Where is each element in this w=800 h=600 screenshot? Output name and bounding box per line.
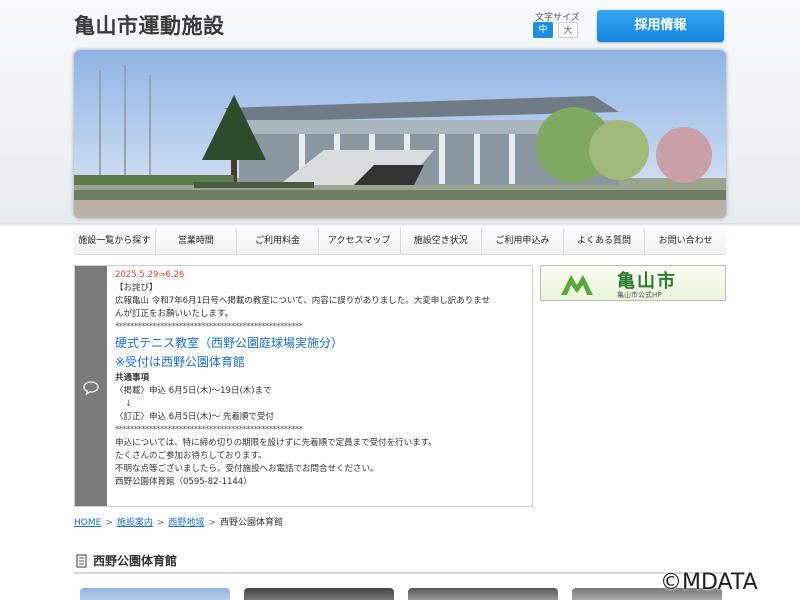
apology-text-1: 広報亀山 令和7年6月1日号へ掲載の教室について、内容に誤りがありました。大変申… bbox=[115, 296, 490, 306]
breadcrumb: HOME > 施設案内 > 西野地域 > 西野公園体育館 bbox=[74, 515, 283, 528]
facility-thumbnail[interactable] bbox=[80, 588, 230, 600]
nav-item-faq[interactable]: よくある質問 bbox=[562, 227, 645, 254]
breadcrumb-home[interactable]: HOME bbox=[74, 518, 101, 528]
nav-item-application[interactable]: ご利用申込み bbox=[481, 227, 563, 254]
city-sub-label: 亀山市公式HP bbox=[617, 291, 662, 299]
facility-thumbnail[interactable] bbox=[244, 588, 394, 600]
separator-stars-2: ****************************************… bbox=[115, 425, 303, 435]
breadcrumb-separator: > bbox=[208, 518, 216, 528]
breadcrumb-facility-guide[interactable]: 施設案内 bbox=[117, 518, 153, 528]
font-size-large-button[interactable]: 大 bbox=[558, 22, 578, 38]
notice-date: 2025.5.29⇒6.26 bbox=[115, 270, 185, 280]
corrected-info: 〈訂正〉申込 6月5日(木)～ 先着順で受付 bbox=[115, 412, 274, 422]
notice-sidebar bbox=[75, 266, 107, 506]
hero-facility-photo bbox=[74, 50, 726, 218]
nav-item-fees[interactable]: ご利用料金 bbox=[236, 227, 318, 254]
facility-thumbnail[interactable] bbox=[408, 588, 558, 600]
facility-photo-thumbnails bbox=[74, 588, 726, 600]
nav-item-hours[interactable]: 営業時間 bbox=[154, 227, 237, 254]
global-nav: 施設一覧から探す 営業時間 ご利用料金 アクセスマップ 施設空き状況 ご利用申込… bbox=[74, 227, 726, 255]
info-line-3: 不明な点等ございましたら、受付施設へお電話でお問合せください。 bbox=[115, 464, 379, 474]
section-title: 西野公園体育館 bbox=[93, 554, 178, 568]
city-official-site-banner[interactable]: 亀山市 亀山市公式HP bbox=[540, 265, 726, 301]
notice-box: 2025.5.29⇒6.26 【お詫び】 広報亀山 令和7年6月1日号へ掲載の教… bbox=[74, 265, 533, 507]
nav-item-access-map[interactable]: アクセスマップ bbox=[317, 227, 400, 254]
published-info: 〈掲載〉申込 6月5日(木)～19日(木)まで bbox=[115, 386, 272, 396]
copyright-watermark: ©MDATA bbox=[660, 570, 758, 595]
document-icon bbox=[76, 553, 87, 568]
info-line-1: 申込については、特に締め切りの期限を設けずに先着順で定員まで受付を行います。 bbox=[115, 438, 437, 448]
course-title-link[interactable]: 硬式テニス教室（西野公園庭球場実施分） bbox=[115, 334, 530, 353]
down-arrow-icon: ↓ bbox=[125, 399, 133, 409]
section-heading: 西野公園体育館 bbox=[74, 550, 726, 574]
breadcrumb-separator: > bbox=[156, 518, 165, 528]
mountain-logo-icon bbox=[559, 271, 595, 297]
nav-item-facility-search[interactable]: 施設一覧から探す bbox=[74, 227, 155, 254]
info-line-2: たくさんのご参加お待ちしております。 bbox=[115, 451, 267, 461]
nav-item-availability[interactable]: 施設空き状況 bbox=[399, 227, 482, 254]
speech-bubble-icon bbox=[83, 380, 99, 396]
course-note-link[interactable]: ※受付は西野公園体育館 bbox=[115, 353, 530, 372]
site-title[interactable]: 亀山市運動施設 bbox=[74, 10, 225, 40]
apology-text-2: んが訂正をお願いいたします。 bbox=[115, 309, 234, 319]
recruit-button[interactable]: 採用情報 bbox=[597, 10, 724, 42]
breadcrumb-nishino-area[interactable]: 西野地域 bbox=[168, 518, 204, 528]
separator-stars-1: ****************************************… bbox=[115, 322, 303, 332]
site-header: 亀山市運動施設 文字サイズ 中 大 採用情報 bbox=[0, 0, 800, 225]
nav-item-contact[interactable]: お問い合わせ bbox=[644, 227, 726, 254]
contact-line: 西野公園体育館（0595-82-1144） bbox=[115, 477, 252, 487]
font-size-medium-button[interactable]: 中 bbox=[533, 22, 553, 38]
breadcrumb-separator: > bbox=[105, 518, 113, 528]
common-label: 共通事項 bbox=[115, 373, 150, 383]
apology-title: 【お詫び】 bbox=[115, 283, 158, 293]
breadcrumb-current: 西野公園体育館 bbox=[219, 518, 283, 528]
notice-content: 2025.5.29⇒6.26 【お詫び】 広報亀山 令和7年6月1日号へ掲載の教… bbox=[115, 269, 530, 489]
